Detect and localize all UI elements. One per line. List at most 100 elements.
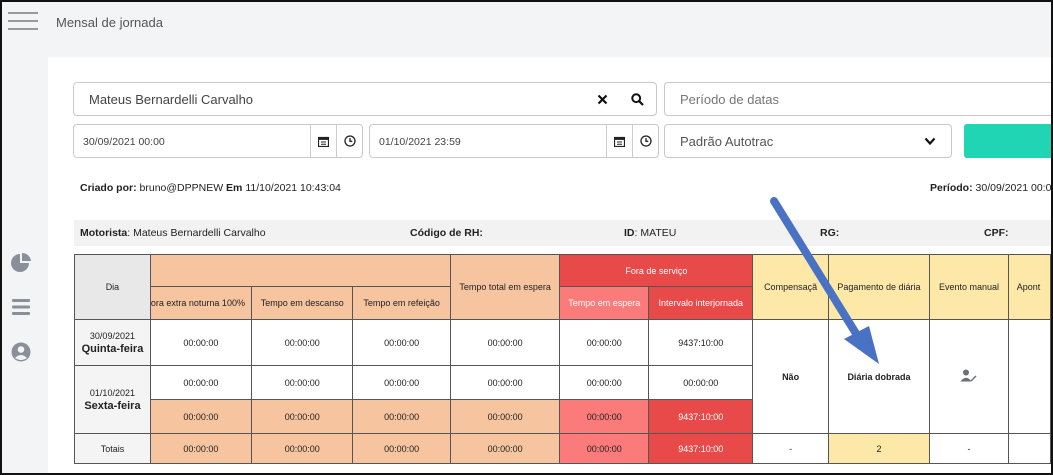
totals-cell: 00:00:00 (149, 433, 252, 464)
table-cell: 00:00:00 (559, 399, 650, 434)
created-at-value: 11/10/2021 10:43:04 (245, 182, 341, 194)
period-input-placeholder: Período de datas (680, 92, 780, 107)
period-label: Período (930, 182, 970, 194)
totals-label: Totais (74, 433, 151, 464)
id-label: ID (624, 227, 635, 239)
apont-cell (1007, 319, 1051, 434)
chevron-down-icon (924, 137, 936, 146)
table-cell: 00:00:00 (352, 365, 451, 400)
totals-evento: - (929, 433, 1009, 464)
table-cell: 00:00:00 (149, 399, 252, 434)
header-refeicao: Tempo em refeição (352, 286, 451, 320)
totals-cell: 00:00:00 (449, 433, 561, 464)
calendar-icon[interactable] (310, 125, 336, 157)
calendar-icon[interactable] (606, 125, 632, 157)
period-input[interactable]: Período de datas (664, 82, 1051, 116)
table-cell: 00:00:00 (559, 365, 650, 400)
table-cell: 9437:10:00 (648, 399, 754, 434)
header-interjornada: Intervalo interjornada (648, 286, 754, 320)
menu-icon[interactable] (8, 12, 38, 32)
header-fora-servico: Fora de serviço (559, 254, 754, 287)
table-row: 30/09/2021 Quinta-feira 00:00:00 00:00:0… (74, 319, 1051, 434)
header-tempo-espera: Tempo em espera (559, 286, 650, 320)
day-cell: 01/10/2021 Sexta-feira (74, 365, 151, 434)
table-cell: 9437:10:00 (648, 319, 754, 366)
profile-select[interactable]: Padrão Autotrac (664, 124, 952, 158)
end-datetime-input[interactable]: 01/10/2021 23:59 (369, 124, 659, 158)
header-descanso: Tempo em descanso (250, 286, 354, 320)
rg-field: RG: (820, 227, 839, 239)
totals-row: Totais 00:00:00 00:00:00 00:00:00 00:00:… (74, 433, 1051, 464)
journey-table: Dia Tempo total em espera Fora de serviç… (74, 254, 1051, 464)
evento-cell (929, 319, 1009, 434)
page-title: Mensal de jornada (56, 15, 163, 30)
id-field: ID: MATEU (624, 227, 677, 239)
totals-pagamento: 2 (827, 433, 931, 464)
rh-field: Código de RH: (410, 227, 483, 239)
table-cell: 00:00:00 (648, 365, 754, 400)
motorista-field: Motorista: Mateus Bernardelli Carvalho (80, 227, 266, 239)
motorista-label: Motorista (80, 227, 128, 239)
user-edit-icon[interactable] (960, 369, 977, 382)
rg-label: RG: (820, 227, 840, 239)
table-cell: 00:00:00 (559, 319, 650, 366)
day-date: 30/09/2021 (89, 330, 135, 341)
header-dia: Dia (74, 254, 151, 320)
totals-apont (1007, 433, 1051, 464)
search-icon[interactable] (631, 93, 644, 106)
rh-label: Código de RH: (410, 227, 483, 239)
created-by-label: Criado por (80, 182, 134, 194)
totals-cell: 9437:10:00 (648, 433, 754, 464)
table-cell: 00:00:00 (449, 399, 561, 434)
header-evento: Evento manual (929, 254, 1009, 320)
id-value: MATEU (640, 227, 677, 239)
table-cell: 00:00:00 (250, 399, 354, 434)
table-cell: 00:00:00 (149, 319, 252, 366)
app-window: Mensal de jornada Mateus Bernardelli Car… (0, 0, 1053, 475)
totals-cell: 00:00:00 (250, 433, 354, 464)
created-by-line: Criado por: bruno@DPPNEW Em 11/10/2021 1… (80, 182, 341, 194)
pie-chart-icon[interactable] (10, 252, 32, 274)
table-cell: 00:00:00 (449, 319, 561, 366)
clock-icon[interactable] (632, 125, 659, 157)
table-cell: 00:00:00 (352, 319, 451, 366)
header-hora-extra: ora extra noturna 100% (149, 286, 252, 320)
day-weekday: Sexta-feira (84, 399, 141, 412)
top-bar: Mensal de jornada (2, 2, 1051, 42)
motorista-value: Mateus Bernardelli Carvalho (133, 227, 266, 239)
table-cell: 00:00:00 (250, 365, 354, 400)
driver-info-bar: Motorista: Mateus Bernardelli Carvalho C… (74, 220, 1051, 246)
table-cell: 00:00:00 (352, 399, 451, 434)
day-cell: 30/09/2021 Quinta-feira (74, 319, 151, 366)
table-cell: 00:00:00 (250, 319, 354, 366)
start-datetime-value: 30/09/2021 00:00 (83, 136, 165, 148)
totals-cell: 00:00:00 (352, 433, 451, 464)
totals-cell: 00:00:00 (559, 433, 650, 464)
header-total-espera: Tempo total em espera (449, 254, 561, 320)
clock-icon[interactable] (336, 125, 363, 157)
created-at-label: Em (226, 182, 243, 194)
driver-select-value: Mateus Bernardelli Carvalho (89, 92, 254, 107)
header-apont: Apont (1007, 254, 1051, 320)
period-value: 30/09/2021 00:00 (975, 182, 1053, 194)
start-datetime-input[interactable]: 30/09/2021 00:00 (73, 124, 363, 158)
driver-select[interactable]: Mateus Bernardelli Carvalho (73, 82, 657, 116)
pagamento-cell: Diária dobrada (827, 319, 931, 434)
table-cell: 00:00:00 (449, 365, 561, 400)
list-icon[interactable] (10, 296, 32, 318)
created-by-value: bruno@DPPNEW (139, 182, 224, 194)
day-date: 01/10/2021 (89, 387, 135, 398)
clear-icon[interactable] (597, 94, 608, 105)
end-datetime-value: 01/10/2021 23:59 (379, 136, 461, 148)
cpf-label: CPF: (984, 227, 1009, 239)
search-button[interactable] (964, 124, 1051, 158)
profile-select-value: Padrão Autotrac (680, 134, 774, 149)
header-pagamento: Pagamento de diária (827, 254, 931, 320)
compensacao-cell: Não (752, 319, 829, 434)
cpf-field: CPF: (984, 227, 1009, 239)
sidebar (2, 42, 48, 473)
header-compensacao: Compensaçã (752, 254, 829, 320)
user-circle-icon[interactable] (10, 341, 32, 363)
totals-compensacao: - (752, 433, 829, 464)
period-line: Período: 30/09/2021 00:00 (930, 182, 1053, 194)
